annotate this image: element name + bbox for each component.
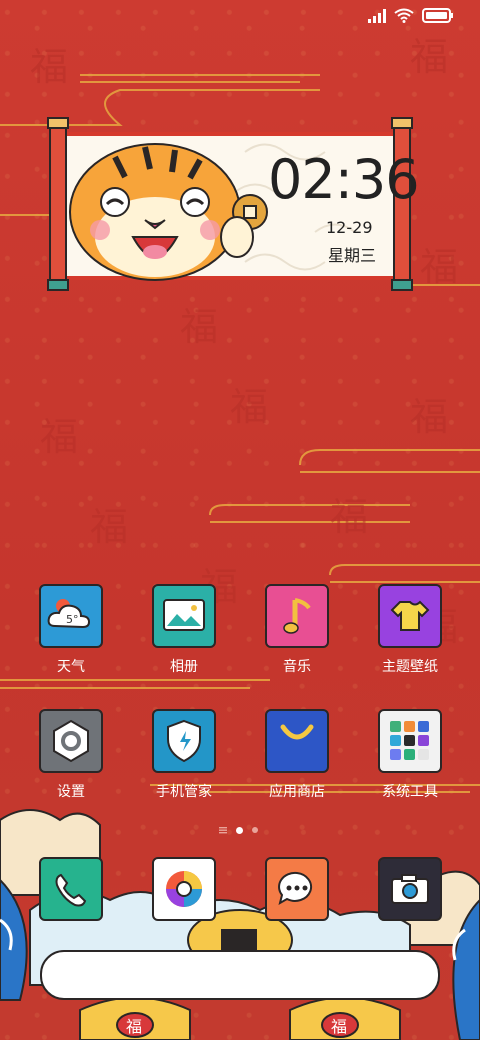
tshirt-icon <box>378 584 442 648</box>
app-gallery[interactable]: 相册 <box>134 584 234 676</box>
app-label-gallery: 相册 <box>170 659 198 675</box>
battery-icon <box>422 8 453 23</box>
svg-text:福: 福 <box>331 1017 347 1036</box>
search-bar[interactable] <box>40 950 440 1000</box>
clock-time[interactable]: 02:36 <box>268 148 420 211</box>
app-weather[interactable]: 5° 天气 <box>21 584 121 676</box>
tools-folder-icon <box>378 709 442 773</box>
camera-icon <box>378 857 442 921</box>
browser-icon <box>152 857 216 921</box>
status-bar <box>368 8 454 23</box>
gallery-icon <box>152 584 216 648</box>
svg-text:福: 福 <box>230 385 268 429</box>
settings-icon <box>39 709 103 773</box>
svg-text:福: 福 <box>330 495 368 539</box>
message-bubble-icon <box>265 857 329 921</box>
shield-icon <box>152 709 216 773</box>
app-store[interactable]: 应用商店 <box>247 709 347 801</box>
svg-text:福: 福 <box>410 35 448 79</box>
app-label-music: 音乐 <box>283 659 311 675</box>
shopping-bag-icon <box>265 709 329 773</box>
dock-camera[interactable] <box>360 857 460 921</box>
wifi-icon <box>394 8 414 23</box>
app-music[interactable]: 音乐 <box>247 584 347 676</box>
app-label-weather: 天气 <box>57 659 85 675</box>
app-label-tools: 系统工具 <box>382 784 438 800</box>
app-themes[interactable]: 主题壁纸 <box>360 584 460 676</box>
app-settings[interactable]: 设置 <box>21 709 121 801</box>
svg-text:福: 福 <box>420 245 458 289</box>
svg-text:福: 福 <box>40 415 78 459</box>
app-label-security: 手机管家 <box>156 784 212 800</box>
clock-date: 12-29 <box>326 218 373 237</box>
weather-icon: 5° <box>39 584 103 648</box>
dock-browser[interactable] <box>134 857 234 921</box>
app-security[interactable]: 手机管家 <box>134 709 234 801</box>
signal-icon <box>368 8 386 23</box>
app-tools[interactable]: 系统工具 <box>360 709 460 801</box>
svg-text:福: 福 <box>180 305 218 349</box>
svg-text:福: 福 <box>90 505 128 549</box>
dock-phone[interactable] <box>21 857 121 921</box>
app-label-store: 应用商店 <box>269 784 325 800</box>
music-note-icon <box>265 584 329 648</box>
svg-text:福: 福 <box>30 45 68 89</box>
app-label-settings: 设置 <box>57 784 85 800</box>
dock-messages[interactable] <box>247 857 347 921</box>
svg-text:5°: 5° <box>66 613 79 626</box>
clock-weekday: 星期三 <box>328 246 377 265</box>
svg-text:福: 福 <box>410 395 448 439</box>
phone-icon <box>39 857 103 921</box>
app-label-themes: 主题壁纸 <box>382 659 438 675</box>
svg-text:福: 福 <box>126 1017 142 1036</box>
